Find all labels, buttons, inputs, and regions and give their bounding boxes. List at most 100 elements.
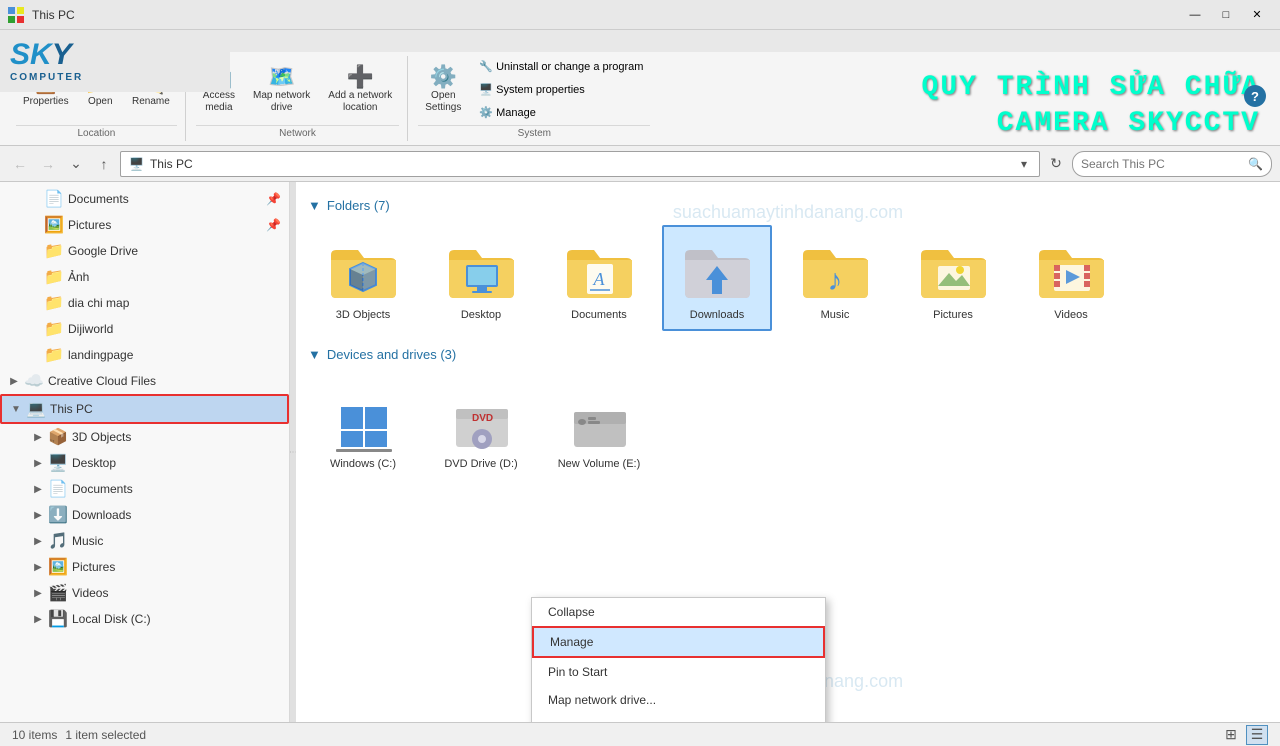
folder-label-videos: Videos: [1054, 309, 1087, 321]
documents2-icon: 📄: [48, 479, 68, 499]
folder-pictures[interactable]: Pictures: [898, 225, 1008, 331]
list-view-button[interactable]: ☰: [1246, 725, 1268, 745]
expand-icon: ▶: [32, 457, 44, 469]
close-button[interactable]: ✕: [1242, 5, 1272, 25]
network-group-label: Network: [196, 125, 399, 141]
sidebar-label: Pictures: [68, 218, 262, 232]
devices-section-header[interactable]: ▼ Devices and drives (3): [308, 347, 1268, 362]
system-small-buttons: 🔧 Uninstall or change a program 🖥️ Syste…: [472, 56, 650, 123]
sidebar-item-dijiworld[interactable]: 📁 Dijiworld: [0, 316, 289, 342]
device-label-windows: Windows (C:): [330, 458, 396, 470]
device-dvd[interactable]: DVD DVD Drive (D:): [426, 374, 536, 480]
map-network-drive-button[interactable]: 🗺️ Map networkdrive: [246, 60, 317, 120]
sidebar-item-landingpage[interactable]: 📁 landingpage: [0, 342, 289, 368]
device-icon-newvolume: [559, 384, 639, 454]
manage-ribbon-button[interactable]: ⚙️ Manage: [472, 102, 650, 123]
dijiworld-icon: 📁: [44, 319, 64, 339]
sidebar-label: 3D Objects: [72, 430, 281, 444]
large-icons-view-button[interactable]: ⊞: [1220, 725, 1242, 745]
sidebar-item-pictures2[interactable]: ▶ 🖼️ Pictures: [0, 554, 289, 580]
folder-label-pictures: Pictures: [933, 309, 973, 321]
folder-label-documents: Documents: [571, 309, 627, 321]
expand-icon: [8, 245, 20, 257]
back-button[interactable]: ←: [8, 152, 32, 176]
address-text: This PC: [150, 157, 193, 171]
sidebar-item-desktop[interactable]: ▶ 🖥️ Desktop: [0, 450, 289, 476]
search-box[interactable]: 🔍: [1072, 151, 1272, 177]
context-item-pin-to-start[interactable]: Pin to Start: [532, 658, 825, 686]
device-windows[interactable]: Windows (C:): [308, 374, 418, 480]
expand-icon: ▶: [32, 587, 44, 599]
expand-icon: ▶: [32, 431, 44, 443]
minimize-button[interactable]: —: [1180, 5, 1210, 25]
sidebar-item-anh[interactable]: 📁 Ảnh: [0, 264, 289, 290]
folder-3dobjects[interactable]: 3D Objects: [308, 225, 418, 331]
sidebar-item-music[interactable]: ▶ 🎵 Music: [0, 528, 289, 554]
folder-music[interactable]: ♪ Music: [780, 225, 890, 331]
title-controls[interactable]: — □ ✕: [1180, 5, 1272, 25]
forward-button[interactable]: →: [36, 152, 60, 176]
folder-documents[interactable]: A Documents: [544, 225, 654, 331]
device-icon-windows: [323, 384, 403, 454]
sidebar-item-videos[interactable]: ▶ 🎬 Videos: [0, 580, 289, 606]
map-drive-icon: 🗺️: [268, 66, 295, 88]
search-input[interactable]: [1081, 157, 1244, 171]
view-controls: ⊞ ☰: [1220, 725, 1268, 745]
sidebar: 📄 Documents 📌 🖼️ Pictures 📌 📁 Google Dri…: [0, 182, 290, 722]
sidebar-item-pictures[interactable]: 🖼️ Pictures 📌: [0, 212, 289, 238]
context-item-collapse[interactable]: Collapse: [532, 598, 825, 626]
folder-svg-documents: A: [562, 238, 637, 303]
open-settings-button[interactable]: ⚙️ OpenSettings: [418, 60, 468, 120]
devices-section-label: Devices and drives (3): [327, 347, 456, 362]
status-bar: 10 items 1 item selected ⊞ ☰: [0, 722, 1280, 746]
pictures-icon: 🖼️: [44, 215, 64, 235]
sidebar-item-3dobjects[interactable]: ▶ 📦 3D Objects: [0, 424, 289, 450]
folder-icon-downloads: [677, 235, 757, 305]
sidebar-label: Music: [72, 534, 281, 548]
folder-downloads[interactable]: Downloads: [662, 225, 772, 331]
folder-icon-documents: A: [559, 235, 639, 305]
context-item-map-network-drive[interactable]: Map network drive...: [532, 686, 825, 714]
context-item-manage[interactable]: Manage: [532, 626, 825, 658]
up-button[interactable]: ↑: [92, 152, 116, 176]
expand-icon: [8, 349, 20, 361]
folder-desktop[interactable]: Desktop: [426, 225, 536, 331]
folders-section-arrow: ▼: [308, 198, 321, 213]
folder-videos[interactable]: Videos: [1016, 225, 1126, 331]
sidebar-item-downloads[interactable]: ▶ ⬇️ Downloads: [0, 502, 289, 528]
system-properties-button[interactable]: 🖥️ System properties: [472, 79, 650, 100]
refresh-button[interactable]: ↻: [1044, 152, 1068, 176]
help-icon[interactable]: ?: [1244, 85, 1266, 107]
sidebar-label: Google Drive: [68, 244, 281, 258]
folder-svg-pictures: [916, 238, 991, 303]
expand-icon: [8, 219, 20, 231]
maximize-button[interactable]: □: [1211, 5, 1241, 25]
recent-locations-button[interactable]: ⌄: [64, 152, 88, 176]
sidebar-item-documents[interactable]: 📄 Documents 📌: [0, 186, 289, 212]
folders-section-label: Folders (7): [327, 198, 390, 213]
title-bar: This PC — □ ✕: [0, 0, 1280, 30]
folders-section-header[interactable]: ▼ Folders (7): [308, 198, 1268, 213]
sidebar-item-documents2[interactable]: ▶ 📄 Documents: [0, 476, 289, 502]
address-icon: 🖥️: [129, 157, 144, 171]
device-svg-newvolume: [562, 387, 637, 452]
folder-icon-3dobjects: [323, 235, 403, 305]
folder-svg-desktop: [444, 238, 519, 303]
expand-icon: [8, 271, 20, 283]
folder-icon-music: ♪: [795, 235, 875, 305]
3dobjects-icon: 📦: [48, 427, 68, 447]
address-path[interactable]: 🖥️ This PC ▾: [120, 151, 1040, 177]
add-network-location-button[interactable]: ➕ Add a networklocation: [321, 60, 399, 120]
sidebar-item-localdisk[interactable]: ▶ 💾 Local Disk (C:): [0, 606, 289, 632]
uninstall-button[interactable]: 🔧 Uninstall or change a program: [472, 56, 650, 77]
anh-icon: 📁: [44, 267, 64, 287]
sidebar-item-googledrive[interactable]: 📁 Google Drive: [0, 238, 289, 264]
device-newvolume[interactable]: New Volume (E:): [544, 374, 654, 480]
address-dropdown-arrow[interactable]: ▾: [1021, 157, 1031, 171]
videos-icon: 🎬: [48, 583, 68, 603]
sidebar-label: Desktop: [72, 456, 281, 470]
sidebar-item-creativecloud[interactable]: ▶ ☁️ Creative Cloud Files: [0, 368, 289, 394]
context-item-open-new-window[interactable]: Open in new window: [532, 714, 825, 722]
sidebar-item-diachmap[interactable]: 📁 dia chi map: [0, 290, 289, 316]
sidebar-item-thispc[interactable]: ▼ 💻 This PC: [0, 394, 289, 424]
